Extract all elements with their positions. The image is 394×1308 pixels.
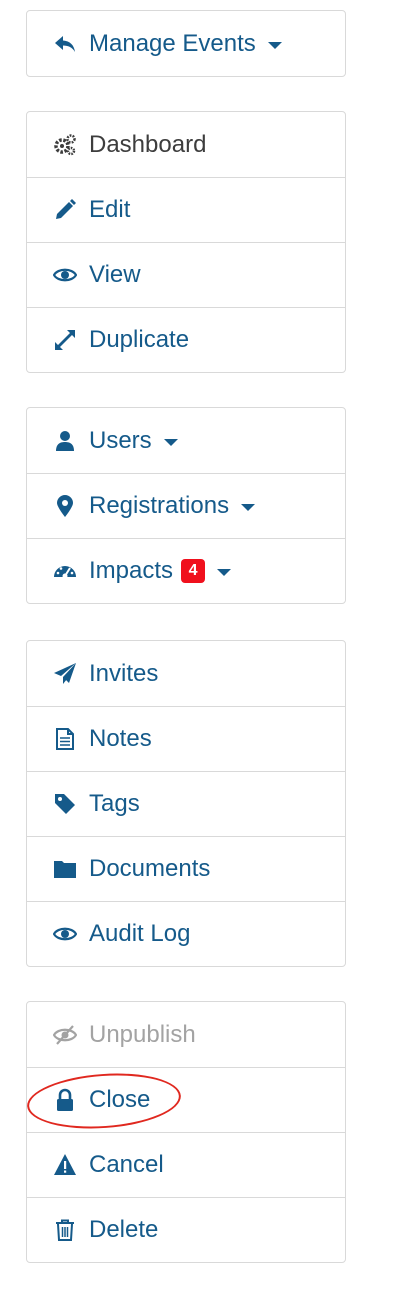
main-nav-panel: Dashboard Edit View Duplicate <box>26 111 346 373</box>
lock-icon <box>51 1086 79 1114</box>
warning-icon <box>51 1151 79 1179</box>
nav-tags[interactable]: Tags <box>27 771 345 836</box>
nav-impacts-dropdown[interactable]: Impacts 4 <box>27 538 345 603</box>
nav-edit[interactable]: Edit <box>27 177 345 242</box>
chevron-down-icon <box>267 41 282 49</box>
action-close-label: Close <box>89 1086 151 1113</box>
nav-registrations-label: Registrations <box>89 492 230 519</box>
trash-icon <box>51 1216 79 1244</box>
action-unpublish-label: Unpublish <box>89 1020 196 1048</box>
chevron-down-icon <box>163 438 178 446</box>
action-cancel-label: Cancel <box>89 1151 164 1178</box>
nav-edit-label: Edit <box>89 196 131 223</box>
nav-dashboard-label: Dashboard <box>89 130 207 158</box>
gears-icon <box>51 131 79 159</box>
map-pin-icon <box>51 492 79 520</box>
nav-invites-label: Invites <box>89 659 159 687</box>
expand-arrows-icon <box>51 326 79 354</box>
paper-plane-icon <box>51 660 79 688</box>
eye-slash-icon <box>51 1021 79 1049</box>
impacts-count-badge: 4 <box>181 559 206 583</box>
nav-dashboard[interactable]: Dashboard <box>27 112 345 177</box>
action-unpublish[interactable]: Unpublish <box>27 1002 345 1067</box>
nav-registrations-dropdown[interactable]: Registrations <box>27 473 345 538</box>
manage-events-label: Manage Events <box>89 29 256 57</box>
eye-icon <box>51 920 79 948</box>
chevron-down-icon <box>217 569 232 576</box>
pencil-icon <box>51 196 79 224</box>
nav-duplicate[interactable]: Duplicate <box>27 307 345 372</box>
nav-users-label: Users <box>89 426 152 454</box>
chevron-down-icon <box>241 504 256 511</box>
nav-users-dropdown[interactable]: Users <box>27 408 345 473</box>
action-cancel[interactable]: Cancel <box>27 1132 345 1197</box>
content-nav-panel: Invites Notes Tags Documents Audit Log <box>26 640 346 967</box>
gauge-icon <box>51 557 79 585</box>
user-icon <box>51 427 79 455</box>
reply-arrow-icon <box>51 30 79 58</box>
nav-notes-label: Notes <box>89 725 152 752</box>
nav-impacts-label: Impacts <box>89 557 174 584</box>
tag-icon <box>51 790 79 818</box>
nav-notes[interactable]: Notes <box>27 706 345 771</box>
nav-audit-log-label: Audit Log <box>89 920 191 947</box>
nav-view-label: View <box>89 261 141 288</box>
people-nav-panel: Users Registrations Impacts 4 <box>26 407 346 604</box>
nav-duplicate-label: Duplicate <box>89 326 190 353</box>
manage-events-panel: Manage Events <box>26 10 346 77</box>
nav-audit-log[interactable]: Audit Log <box>27 901 345 966</box>
action-close[interactable]: Close <box>25 1067 345 1134</box>
document-icon <box>51 725 79 753</box>
nav-view[interactable]: View <box>27 242 345 307</box>
nav-documents[interactable]: Documents <box>27 836 345 901</box>
actions-panel: Unpublish Close Cancel Delete <box>25 1001 346 1263</box>
nav-tags-label: Tags <box>89 790 140 817</box>
folder-icon <box>51 855 79 883</box>
nav-invites[interactable]: Invites <box>27 641 345 706</box>
action-delete-label: Delete <box>89 1216 159 1243</box>
action-delete[interactable]: Delete <box>27 1197 345 1262</box>
nav-documents-label: Documents <box>89 855 211 882</box>
eye-icon <box>51 261 79 289</box>
manage-events-dropdown[interactable]: Manage Events <box>27 11 345 76</box>
